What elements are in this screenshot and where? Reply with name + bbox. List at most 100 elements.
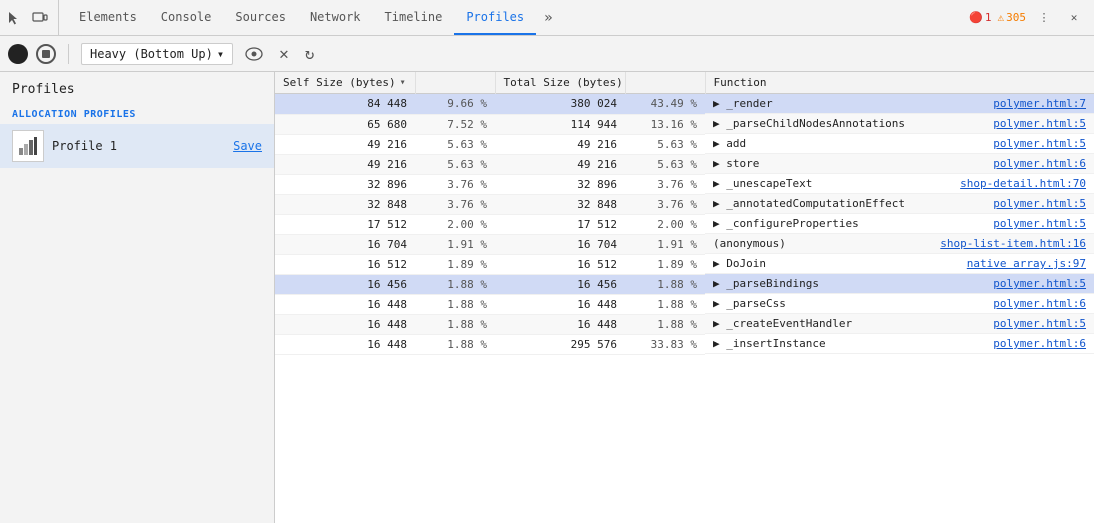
tab-network[interactable]: Network: [298, 0, 373, 35]
file-link[interactable]: polymer.html:5: [993, 137, 1086, 150]
cell-self-pct: 3.76 %: [415, 174, 495, 194]
cell-total-pct: 1.88 %: [625, 294, 705, 314]
table-row[interactable]: 16 456 1.88 % 16 456 1.88 % ▶ _parseBind…: [275, 274, 1094, 294]
table-row[interactable]: 16 704 1.91 % 16 704 1.91 % (anonymous) …: [275, 234, 1094, 254]
cell-total-size: 295 576: [495, 334, 625, 354]
cell-total-size: 49 216: [495, 134, 625, 154]
tab-bar-right: 🔴 1 ⚠ 305 ⋮ ✕: [969, 6, 1090, 30]
table-row[interactable]: 84 448 9.66 % 380 024 43.49 % ▶ _render …: [275, 94, 1094, 115]
file-link[interactable]: polymer.html:5: [993, 277, 1086, 290]
table-row[interactable]: 16 448 1.88 % 16 448 1.88 % ▶ _createEve…: [275, 314, 1094, 334]
cell-total-pct: 1.89 %: [625, 254, 705, 274]
function-name: ▶ _render: [713, 97, 985, 110]
file-link[interactable]: native array.js:97: [967, 257, 1086, 270]
save-link[interactable]: Save: [233, 139, 262, 153]
col-total-pct: [625, 72, 705, 94]
cell-total-pct: 1.88 %: [625, 314, 705, 334]
record-button[interactable]: [8, 44, 28, 64]
main-area: Profiles ALLOCATION PROFILES Profile 1 S…: [0, 72, 1094, 523]
file-link[interactable]: shop-list-item.html:16: [940, 237, 1086, 250]
sidebar: Profiles ALLOCATION PROFILES Profile 1 S…: [0, 72, 275, 523]
cell-total-pct: 3.76 %: [625, 174, 705, 194]
cursor-icon[interactable]: [4, 8, 24, 28]
clear-icon[interactable]: ✕: [275, 42, 293, 65]
cell-self-pct: 5.63 %: [415, 134, 495, 154]
file-link[interactable]: polymer.html:5: [993, 117, 1086, 130]
cell-total-size: 16 704: [495, 234, 625, 254]
function-name: ▶ _createEventHandler: [713, 317, 985, 330]
file-link[interactable]: polymer.html:6: [993, 157, 1086, 170]
col-self-pct: [415, 72, 495, 94]
stop-button[interactable]: [36, 44, 56, 64]
cell-self-pct: 1.88 %: [415, 294, 495, 314]
device-icon[interactable]: [30, 8, 50, 28]
cell-total-size: 16 512: [495, 254, 625, 274]
table-body: 84 448 9.66 % 380 024 43.49 % ▶ _render …: [275, 94, 1094, 355]
warning-badge[interactable]: ⚠ 305: [998, 11, 1027, 24]
cell-total-pct: 3.76 %: [625, 194, 705, 214]
cell-function: ▶ _parseCss polymer.html:6: [705, 294, 1094, 314]
refresh-icon[interactable]: ↻: [301, 42, 319, 65]
tab-console[interactable]: Console: [149, 0, 224, 35]
table-row[interactable]: 16 512 1.89 % 16 512 1.89 % ▶ DoJoin nat…: [275, 254, 1094, 274]
file-link[interactable]: shop-detail.html:70: [960, 177, 1086, 190]
table-row[interactable]: 16 448 1.88 % 295 576 33.83 % ▶ _insertI…: [275, 334, 1094, 354]
cell-function: ▶ _unescapeText shop-detail.html:70: [705, 174, 1094, 194]
error-badge[interactable]: 🔴 1: [969, 11, 991, 24]
file-link[interactable]: polymer.html:5: [993, 217, 1086, 230]
table-row[interactable]: 49 216 5.63 % 49 216 5.63 % ▶ add polyme…: [275, 134, 1094, 154]
cell-self-pct: 1.91 %: [415, 234, 495, 254]
eye-icon[interactable]: [241, 45, 267, 63]
table-row[interactable]: 49 216 5.63 % 49 216 5.63 % ▶ store poly…: [275, 154, 1094, 174]
devtools-icons: [4, 0, 59, 35]
cell-function: (anonymous) shop-list-item.html:16: [705, 234, 1094, 254]
more-tabs-button[interactable]: »: [536, 0, 560, 35]
cell-total-size: 114 944: [495, 114, 625, 134]
file-link[interactable]: polymer.html:5: [993, 197, 1086, 210]
cell-total-size: 16 448: [495, 314, 625, 334]
table-row[interactable]: 32 896 3.76 % 32 896 3.76 % ▶ _unescapeT…: [275, 174, 1094, 194]
sidebar-title: Profiles: [0, 72, 274, 103]
cell-total-pct: 43.49 %: [625, 94, 705, 115]
function-name: ▶ add: [713, 137, 985, 150]
cell-total-pct: 5.63 %: [625, 154, 705, 174]
col-function[interactable]: Function: [705, 72, 1094, 94]
cell-total-size: 17 512: [495, 214, 625, 234]
table-row[interactable]: 65 680 7.52 % 114 944 13.16 % ▶ _parseCh…: [275, 114, 1094, 134]
tab-profiles[interactable]: Profiles: [454, 0, 536, 35]
col-self-size[interactable]: Self Size (bytes) ▾: [275, 72, 415, 94]
cell-self-size: 49 216: [275, 134, 415, 154]
table-scroll[interactable]: Self Size (bytes) ▾ Total Size (bytes) F…: [275, 72, 1094, 523]
menu-button[interactable]: ⋮: [1032, 6, 1056, 30]
file-link[interactable]: polymer.html:5: [993, 317, 1086, 330]
cell-self-size: 17 512: [275, 214, 415, 234]
col-total-size[interactable]: Total Size (bytes): [495, 72, 625, 94]
cell-function: ▶ _configureProperties polymer.html:5: [705, 214, 1094, 234]
file-link[interactable]: polymer.html:7: [993, 97, 1086, 110]
view-mode-dropdown[interactable]: Heavy (Bottom Up) ▾: [81, 43, 233, 65]
profile-item[interactable]: Profile 1 Save: [0, 124, 274, 168]
function-name: ▶ _configureProperties: [713, 217, 985, 230]
file-link[interactable]: polymer.html:6: [993, 337, 1086, 350]
cell-total-pct: 1.91 %: [625, 234, 705, 254]
close-button[interactable]: ✕: [1062, 6, 1086, 30]
cell-total-pct: 1.88 %: [625, 274, 705, 294]
sidebar-section-title: ALLOCATION PROFILES: [0, 103, 274, 124]
tab-bar: Elements Console Sources Network Timelin…: [0, 0, 1094, 36]
table-row[interactable]: 16 448 1.88 % 16 448 1.88 % ▶ _parseCss …: [275, 294, 1094, 314]
cell-self-size: 16 448: [275, 294, 415, 314]
cell-total-size: 32 896: [495, 174, 625, 194]
table-row[interactable]: 32 848 3.76 % 32 848 3.76 % ▶ _annotated…: [275, 194, 1094, 214]
tab-sources[interactable]: Sources: [223, 0, 298, 35]
file-link[interactable]: polymer.html:6: [993, 297, 1086, 310]
tab-timeline[interactable]: Timeline: [373, 0, 455, 35]
cell-self-size: 16 456: [275, 274, 415, 294]
cell-function: ▶ _render polymer.html:7: [705, 94, 1094, 114]
stop-icon: [42, 50, 50, 58]
cell-self-size: 16 704: [275, 234, 415, 254]
error-icon: 🔴: [969, 11, 983, 24]
table-row[interactable]: 17 512 2.00 % 17 512 2.00 % ▶ _configure…: [275, 214, 1094, 234]
toolbar2: Heavy (Bottom Up) ▾ ✕ ↻: [0, 36, 1094, 72]
tab-elements[interactable]: Elements: [67, 0, 149, 35]
content-area: Self Size (bytes) ▾ Total Size (bytes) F…: [275, 72, 1094, 523]
